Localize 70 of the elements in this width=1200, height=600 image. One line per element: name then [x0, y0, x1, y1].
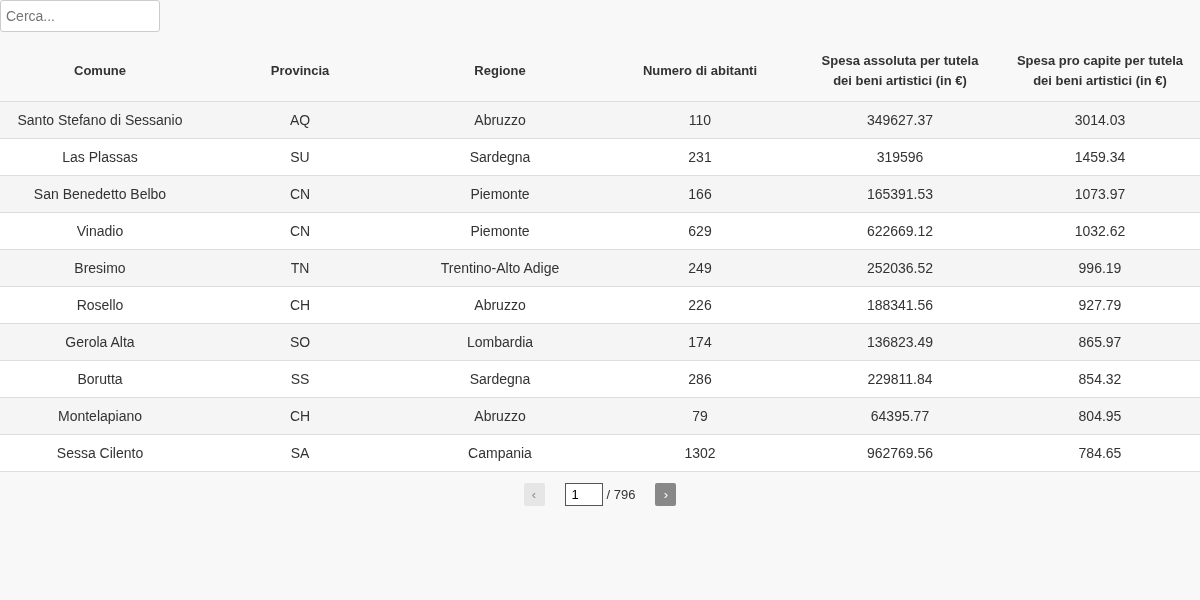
table-cell: 166: [688, 186, 712, 202]
table-cell: 962769.56: [866, 445, 934, 461]
table-cell: 927.79: [1078, 297, 1122, 313]
table-cell: Campania: [468, 445, 532, 461]
table-cell: CH: [289, 408, 311, 424]
table-cell: 249: [688, 260, 712, 276]
search-field[interactable]: Cerca...: [0, 0, 160, 32]
table-cell: Trentino-Alto Adige: [440, 260, 560, 276]
column-header: Numero di abitanti: [642, 62, 758, 78]
column-header: Comune: [74, 62, 126, 78]
table-cell: Gerola Alta: [65, 334, 135, 350]
column-header: Provincia: [270, 62, 330, 78]
table-cell: 854.32: [1078, 371, 1122, 387]
table-cell: Montelapiano: [57, 408, 143, 424]
column-header: Spesa assoluta per tutela dei beni artistici (in €): [821, 52, 979, 88]
table-cell: Borutta: [77, 371, 123, 387]
table-cell: Lombardia: [466, 334, 534, 350]
table-cell: 1459.34: [1074, 149, 1126, 165]
table-cell: Abruzzo: [474, 297, 526, 313]
table-cell: 784.65: [1078, 445, 1122, 461]
table-cell: Santo Stefano di Sessanio: [17, 112, 183, 128]
table-cell: SU: [290, 149, 310, 165]
table-cell: 110: [688, 112, 712, 128]
table-cell: CH: [289, 297, 311, 313]
table-cell: Sardegna: [469, 371, 531, 387]
table-cell: Rosello: [76, 297, 124, 313]
table-cell: AQ: [289, 112, 311, 128]
table-cell: 1302: [684, 445, 716, 461]
table-cell: Las Plassas: [62, 149, 138, 165]
table-cell: Bresimo: [74, 260, 126, 276]
table-cell: 165391.53: [866, 186, 934, 202]
table-cell: TN: [290, 260, 310, 276]
table-cell: Abruzzo: [474, 408, 526, 424]
table-cell: 286: [688, 371, 712, 387]
table-cell: 79: [692, 408, 708, 424]
table-cell: Sessa Cilento: [56, 445, 144, 461]
table-cell: San Benedetto Belbo: [33, 186, 167, 202]
table-cell: 622669.12: [866, 223, 934, 239]
table-cell: 252036.52: [866, 260, 934, 276]
table-cell: Vinadio: [76, 223, 124, 239]
table-cell: 319596: [876, 149, 924, 165]
table-cell: 231: [688, 149, 712, 165]
table-cell: Piemonte: [470, 186, 530, 202]
table-cell: Sardegna: [469, 149, 531, 165]
table-cell: 229811.84: [867, 371, 933, 387]
table-cell: 226: [688, 297, 712, 313]
column-header: Regione: [474, 62, 526, 78]
table-cell: SA: [290, 445, 310, 461]
table-cell: 3014.03: [1074, 112, 1126, 128]
table-cell: Piemonte: [470, 223, 530, 239]
table-cell: SS: [290, 371, 310, 387]
table-cell: 64395.77: [870, 408, 930, 424]
next-page-button[interactable]: ›: [655, 483, 677, 506]
table-cell: 1073.97: [1074, 186, 1126, 202]
table-cell: 996.19: [1078, 260, 1122, 276]
table-cell: 188341.56: [866, 297, 934, 313]
table-cell: CN: [289, 223, 311, 239]
table-cell: 629: [688, 223, 712, 239]
table-cell: CN: [289, 186, 311, 202]
table-cell: 174: [688, 334, 712, 350]
page-total: / 796: [606, 487, 636, 502]
table-cell: 1032.62: [1074, 223, 1126, 239]
table-cell: 136823.49: [866, 334, 934, 350]
table-cell: 349627.37: [866, 112, 934, 128]
table-cell: Abruzzo: [474, 112, 526, 128]
table-cell: SO: [289, 334, 311, 350]
table-cell: 804.95: [1078, 408, 1122, 424]
column-header: Spesa pro capite per tutela dei beni artistici (in €): [1016, 52, 1184, 88]
page-number-field[interactable]: 1: [564, 483, 603, 506]
table-cell: 865.97: [1078, 334, 1122, 350]
